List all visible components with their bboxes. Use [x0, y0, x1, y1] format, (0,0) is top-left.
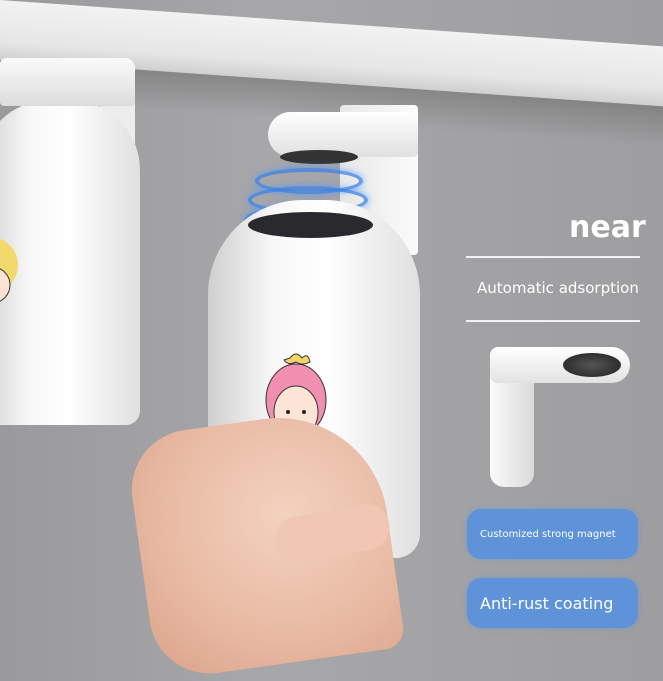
left-cup [0, 100, 140, 425]
feature-badge-anti-rust: Anti-rust coating [467, 578, 638, 628]
divider [466, 256, 640, 258]
heading: near [569, 210, 646, 245]
feature-badge-magnet: Customized strong magnet [467, 509, 638, 559]
bracket-magnet-icon [563, 353, 621, 377]
subheading: Automatic adsorption [477, 279, 639, 297]
divider [466, 320, 640, 322]
magnet-icon [280, 150, 358, 164]
left-holder-arm [0, 58, 135, 106]
main-holder-arm [268, 112, 418, 157]
cartoon-girl-left [0, 238, 18, 302]
cup-top [248, 212, 373, 238]
